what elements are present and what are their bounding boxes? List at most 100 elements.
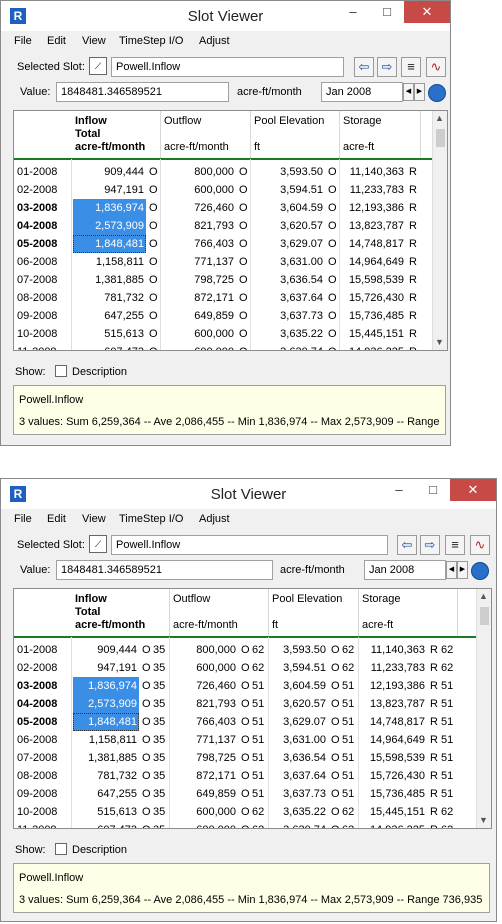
table-cell-outflow[interactable]: 800,000	[171, 641, 238, 659]
selected-slot-field[interactable]: Powell.Inflow	[111, 535, 388, 555]
menu-file[interactable]: File	[14, 35, 32, 47]
row-date-label[interactable]: 02-2008	[17, 659, 72, 677]
table-cell-storage[interactable]: 15,736,485	[360, 785, 427, 803]
table-cell-storage[interactable]: 11,140,363	[360, 641, 427, 659]
table-cell-pool[interactable]: 3,636.54	[270, 749, 328, 767]
scroll-down-icon[interactable]: ▼	[479, 815, 488, 825]
table-cell-inflow[interactable]: 1,836,974	[73, 677, 139, 695]
scroll-thumb[interactable]	[480, 607, 489, 625]
table-cell-pool[interactable]: 3,636.54	[252, 271, 325, 289]
arrow-right-icon[interactable]: ⇨	[377, 57, 397, 77]
table-cell-inflow[interactable]: 1,848,481	[73, 713, 139, 731]
table-cell-pool[interactable]: 3,637.64	[252, 289, 325, 307]
table-cell-inflow[interactable]: 1,381,885	[73, 271, 146, 289]
table-cell-outflow[interactable]: 798,725	[171, 749, 238, 767]
table-cell-storage[interactable]: 13,823,787	[360, 695, 427, 713]
menu-timestep-io[interactable]: TimeStep I/O	[119, 513, 183, 525]
table-cell-storage[interactable]: 15,445,151	[360, 803, 427, 821]
menu-file[interactable]: File	[14, 513, 32, 525]
date-prev-button[interactable]: ◀	[446, 561, 457, 579]
table-cell-inflow[interactable]: 909,444	[73, 163, 146, 181]
table-cell-pool[interactable]: 3,620.57	[270, 695, 328, 713]
row-date-label[interactable]: 01-2008	[17, 641, 72, 659]
description-checkbox[interactable]	[55, 365, 67, 377]
column-header-outflow[interactable]: Outflow acre-ft/month	[170, 589, 269, 637]
table-cell-inflow[interactable]: 1,848,481	[73, 235, 146, 253]
date-prev-button[interactable]: ◀	[403, 83, 414, 101]
row-date-label[interactable]: 11-2008	[17, 821, 72, 828]
table-cell-pool[interactable]: 3,637.73	[270, 785, 328, 803]
value-field[interactable]: 1848481.346589521	[56, 560, 273, 580]
globe-icon[interactable]	[471, 562, 489, 580]
table-cell-outflow[interactable]: 649,859	[162, 307, 236, 325]
table-cell-pool[interactable]: 3,620.57	[252, 217, 325, 235]
row-date-label[interactable]: 06-2008	[17, 253, 72, 271]
table-cell-storage[interactable]: 14,964,649	[341, 253, 406, 271]
row-date-label[interactable]: 04-2008	[17, 217, 72, 235]
table-cell-pool[interactable]: 3,635.22	[252, 325, 325, 343]
table-cell-inflow[interactable]: 2,573,909	[73, 695, 139, 713]
row-date-label[interactable]: 05-2008	[17, 713, 72, 731]
table-cell-storage[interactable]: 14,964,649	[360, 731, 427, 749]
table-cell-pool[interactable]: 3,604.59	[252, 199, 325, 217]
table-cell-outflow[interactable]: 600,000	[171, 659, 238, 677]
selected-slot-field[interactable]: Powell.Inflow	[111, 57, 344, 77]
menu-edit[interactable]: Edit	[47, 35, 66, 47]
column-header-pool-elevation[interactable]: Pool Elevation ft	[251, 111, 340, 159]
table-cell-storage[interactable]: 12,193,386	[341, 199, 406, 217]
table-cell-pool[interactable]: 3,631.00	[270, 731, 328, 749]
table-cell-storage[interactable]: 15,598,539	[360, 749, 427, 767]
row-date-label[interactable]: 08-2008	[17, 767, 72, 785]
table-cell-inflow[interactable]: 647,255	[73, 307, 146, 325]
title-bar[interactable]: R Slot Viewer – □ ✕	[1, 479, 496, 509]
column-header-inflow[interactable]: Inflow Total acre-ft/month	[72, 589, 170, 637]
date-field[interactable]: Jan 2008	[321, 82, 403, 102]
table-cell-inflow[interactable]: 781,732	[73, 289, 146, 307]
scroll-up-icon[interactable]: ▲	[479, 591, 488, 601]
table-cell-inflow[interactable]: 1,836,974	[73, 199, 146, 217]
menu-view[interactable]: View	[82, 35, 106, 47]
column-header-storage[interactable]: Storage acre-ft	[340, 111, 421, 159]
table-cell-outflow[interactable]: 771,137	[162, 253, 236, 271]
table-cell-inflow[interactable]: 515,613	[73, 325, 146, 343]
table-cell-inflow[interactable]: 607,473	[73, 821, 139, 828]
table-cell-storage[interactable]: 15,726,430	[360, 767, 427, 785]
row-date-label[interactable]: 03-2008	[17, 199, 72, 217]
minimize-button[interactable]: –	[336, 1, 370, 23]
table-cell-inflow[interactable]: 1,381,885	[73, 749, 139, 767]
row-date-label[interactable]: 06-2008	[17, 731, 72, 749]
value-field[interactable]: 1848481.346589521	[56, 82, 229, 102]
row-date-label[interactable]: 02-2008	[17, 181, 72, 199]
row-date-label[interactable]: 03-2008	[17, 677, 72, 695]
table-cell-outflow[interactable]: 821,793	[171, 695, 238, 713]
arrow-right-icon[interactable]: ⇨	[420, 535, 440, 555]
date-field[interactable]: Jan 2008	[364, 560, 446, 580]
menu-adjust[interactable]: Adjust	[199, 35, 230, 47]
slot-table[interactable]: Inflow Total acre-ft/month Outflow acre-ft/m…	[13, 588, 492, 829]
scroll-up-icon[interactable]: ▲	[435, 113, 444, 123]
scroll-thumb[interactable]	[436, 129, 445, 147]
table-cell-inflow[interactable]: 909,444	[73, 641, 139, 659]
title-bar[interactable]: R Slot Viewer – □ ✕	[1, 1, 450, 31]
table-cell-storage[interactable]: 11,140,363	[341, 163, 406, 181]
menu-timestep-io[interactable]: TimeStep I/O	[119, 35, 183, 47]
arrow-left-icon[interactable]: ⇦	[397, 535, 417, 555]
table-cell-outflow[interactable]: 600,000	[162, 325, 236, 343]
row-date-label[interactable]: 04-2008	[17, 695, 72, 713]
date-next-button[interactable]: ▶	[457, 561, 468, 579]
table-cell-storage[interactable]: 11,233,783	[360, 659, 427, 677]
slot-table[interactable]: Inflow Total acre-ft/month Outflow acre-ft/m…	[13, 110, 448, 351]
column-header-pool-elevation[interactable]: Pool Elevation ft	[269, 589, 359, 637]
table-cell-outflow[interactable]: 821,793	[162, 217, 236, 235]
table-cell-pool[interactable]: 3,604.59	[270, 677, 328, 695]
plot-icon[interactable]: ∿	[470, 535, 490, 555]
row-date-label[interactable]: 11-2008	[17, 343, 72, 350]
table-cell-inflow[interactable]: 947,191	[73, 181, 146, 199]
close-button[interactable]: ✕	[404, 1, 450, 23]
table-cell-outflow[interactable]: 726,460	[171, 677, 238, 695]
column-header-storage[interactable]: Storage acre-ft	[359, 589, 458, 637]
table-cell-outflow[interactable]: 766,403	[171, 713, 238, 731]
table-cell-pool[interactable]: 3,593.50	[252, 163, 325, 181]
maximize-button[interactable]: □	[370, 1, 404, 23]
table-cell-storage[interactable]: 12,193,386	[360, 677, 427, 695]
